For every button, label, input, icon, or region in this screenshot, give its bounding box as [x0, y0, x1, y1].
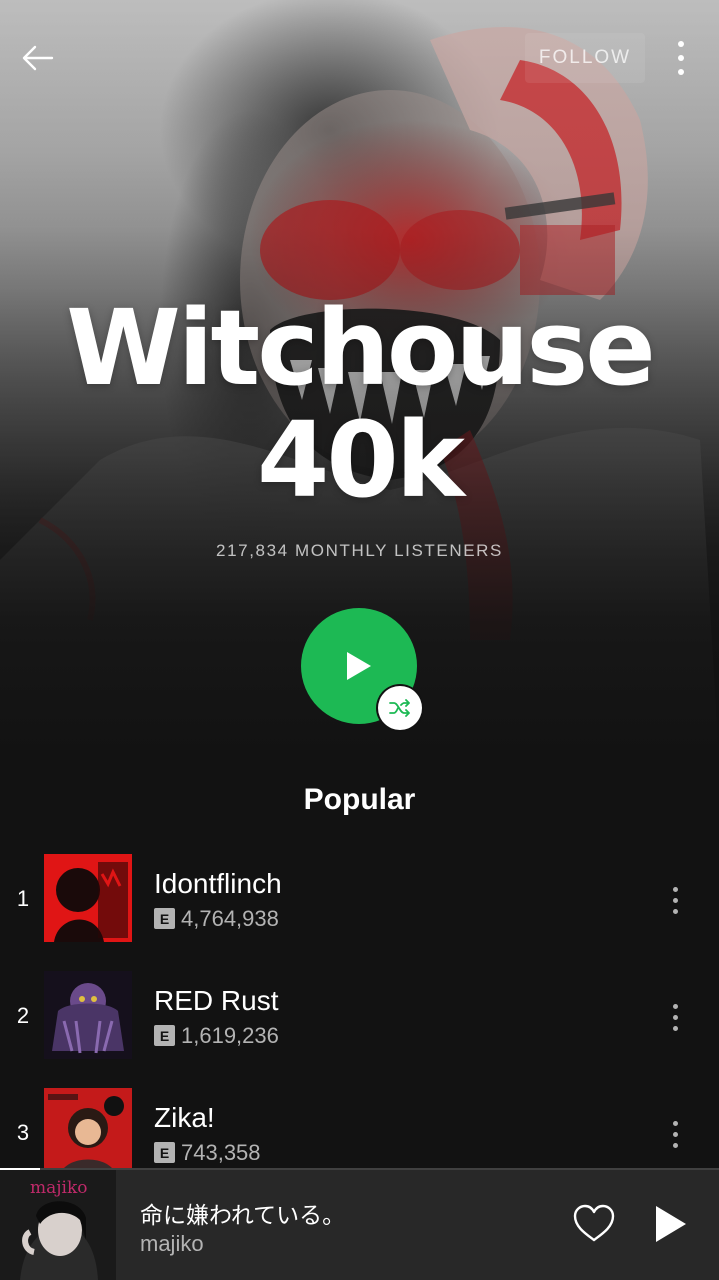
- track-rank: 3: [16, 1120, 30, 1145]
- track-rank: 1: [16, 886, 30, 911]
- track-rank: 2: [16, 1003, 30, 1028]
- now-playing-cover-text: majiko: [30, 1178, 88, 1198]
- more-vertical-icon: [672, 1120, 678, 1126]
- now-playing-title: 命に嫌われている。: [140, 1203, 346, 1229]
- now-playing-bar[interactable]: majiko 命に嫌われている。 majiko: [0, 1168, 719, 1280]
- follow-button[interactable]: FOLLOW: [525, 33, 645, 83]
- now-playing-artist: majiko: [140, 1231, 204, 1256]
- more-options-button[interactable]: [664, 36, 698, 80]
- play-icon: [656, 1206, 686, 1242]
- track-play-count: 743,358: [181, 1140, 261, 1165]
- explicit-badge: E: [154, 1142, 175, 1163]
- arrow-left-icon: [22, 45, 54, 71]
- now-playing-play-button[interactable]: [648, 1202, 692, 1246]
- track-cover: [44, 971, 132, 1059]
- more-vertical-icon-dot: [672, 897, 678, 903]
- more-vertical-icon-dot: [672, 1014, 678, 1020]
- artist-name-line2: 40k: [257, 399, 465, 521]
- shuffle-icon: [389, 699, 410, 717]
- track-title: Idontflinch: [154, 868, 282, 899]
- play-icon: [347, 652, 371, 680]
- track-more-button[interactable]: [660, 1114, 690, 1154]
- heart-icon: [573, 1204, 615, 1242]
- track-cover: [44, 854, 132, 942]
- now-playing-cover: majiko: [0, 1170, 116, 1280]
- track-more-button[interactable]: [660, 880, 690, 920]
- more-vertical-icon: [672, 1003, 678, 1009]
- track-cover: [44, 1088, 132, 1176]
- monthly-listeners: 217,834 MONTHLY LISTENERS: [216, 541, 503, 560]
- track-play-count: 1,619,236: [181, 1023, 279, 1048]
- more-vertical-icon-dot: [678, 69, 684, 75]
- artist-name: Witchouse 40k: [0, 292, 719, 516]
- track-more-button[interactable]: [660, 997, 690, 1037]
- track-row[interactable]: 2 RED Rust E 1,619,236: [0, 971, 719, 1063]
- more-vertical-icon-dot: [672, 1025, 678, 1031]
- more-vertical-icon-dot: [672, 1142, 678, 1148]
- explicit-badge: E: [154, 1025, 175, 1046]
- shuffle-button[interactable]: [378, 686, 422, 730]
- like-button[interactable]: [572, 1204, 616, 1244]
- more-vertical-icon: [672, 886, 678, 892]
- track-row[interactable]: 1 Idontflinch E 4,764,938: [0, 854, 719, 946]
- explicit-badge: E: [154, 908, 175, 929]
- artist-name-line1: Witchouse: [66, 287, 656, 409]
- track-play-count: 4,764,938: [181, 906, 279, 931]
- more-vertical-icon-dot: [678, 55, 684, 61]
- track-row[interactable]: 3 Zika! E 743,358: [0, 1088, 719, 1180]
- back-button[interactable]: [16, 38, 60, 78]
- more-vertical-icon-dot: [672, 908, 678, 914]
- more-vertical-icon-dot: [672, 1131, 678, 1137]
- artist-page: FOLLOW Witchouse 40k 217,834 MONTHLY LIS…: [0, 0, 719, 1280]
- track-title: RED Rust: [154, 985, 279, 1016]
- track-title: Zika!: [154, 1102, 215, 1133]
- popular-section-title: Popular: [303, 783, 416, 816]
- more-vertical-icon: [678, 41, 684, 47]
